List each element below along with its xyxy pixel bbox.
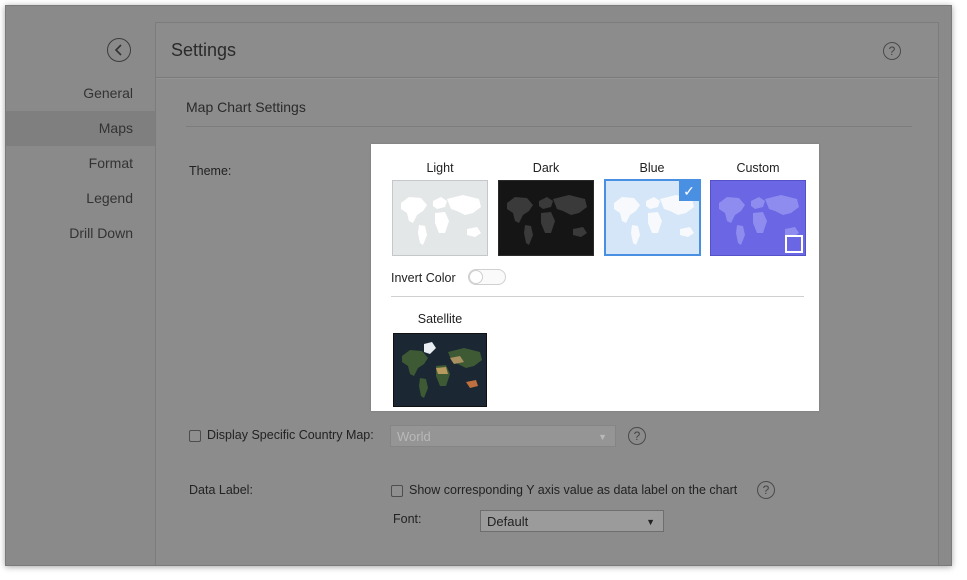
- section-title: Map Chart Settings: [186, 99, 306, 115]
- toggle-knob: [469, 270, 483, 284]
- data-label-checkbox[interactable]: [391, 485, 403, 497]
- theme-option-light-label: Light: [426, 161, 454, 175]
- back-button[interactable]: [107, 38, 131, 62]
- font-select[interactable]: Default ▼: [480, 510, 664, 532]
- data-label-checkbox-label: Show corresponding Y axis value as data …: [409, 483, 738, 497]
- invert-color-label: Invert Color: [391, 271, 456, 285]
- world-map-icon: [507, 195, 587, 245]
- sidebar-item-format[interactable]: Format: [6, 146, 156, 181]
- section-divider: [186, 126, 912, 127]
- color-swatch[interactable]: [785, 235, 803, 253]
- world-map-icon: [401, 195, 481, 245]
- sidebar-item-drill-down[interactable]: Drill Down: [6, 216, 156, 251]
- checkmark-icon: ✓: [679, 181, 699, 201]
- sidebar: General Maps Format Legend Drill Down: [6, 6, 156, 565]
- theme-option-dark-label: Dark: [532, 161, 560, 175]
- country-select-value: World: [397, 429, 431, 444]
- theme-option-blue-label: Blue: [639, 161, 665, 175]
- data-label-label: Data Label:: [189, 483, 253, 497]
- data-label-help-icon[interactable]: ?: [757, 481, 775, 499]
- panel-header: Settings ?: [156, 23, 938, 78]
- country-map-help-icon[interactable]: ?: [628, 427, 646, 445]
- theme-option-custom[interactable]: [710, 180, 806, 256]
- invert-color-toggle[interactable]: [468, 269, 506, 285]
- sidebar-item-maps[interactable]: Maps: [6, 111, 156, 146]
- dropdown-arrow-icon: ▼: [646, 517, 655, 527]
- sidebar-item-legend[interactable]: Legend: [6, 181, 156, 216]
- theme-option-blue[interactable]: ✓: [604, 179, 701, 256]
- theme-option-dark[interactable]: [498, 180, 594, 256]
- theme-option-light[interactable]: [392, 180, 488, 256]
- theme-picker: Light Dark Blue Custom ✓ Invert Color Sa…: [371, 144, 819, 411]
- country-map-label: Display Specific Country Map:: [207, 428, 374, 442]
- page-title: Settings: [171, 40, 237, 60]
- theme-option-satellite[interactable]: [393, 333, 487, 407]
- chevron-left-icon: [114, 44, 122, 56]
- font-select-value: Default: [487, 514, 529, 529]
- dropdown-arrow-icon: ▼: [598, 432, 607, 442]
- theme-option-custom-label: Custom: [736, 161, 780, 175]
- popup-divider: [391, 296, 804, 297]
- theme-label: Theme:: [189, 164, 232, 178]
- help-icon[interactable]: ?: [883, 42, 901, 60]
- theme-option-satellite-label: Satellite: [417, 312, 463, 326]
- country-select[interactable]: World ▼: [390, 425, 616, 447]
- sidebar-item-general[interactable]: General: [6, 76, 156, 111]
- satellite-map-icon: [402, 342, 482, 398]
- country-map-checkbox[interactable]: [189, 430, 201, 442]
- font-label: Font:: [393, 512, 422, 526]
